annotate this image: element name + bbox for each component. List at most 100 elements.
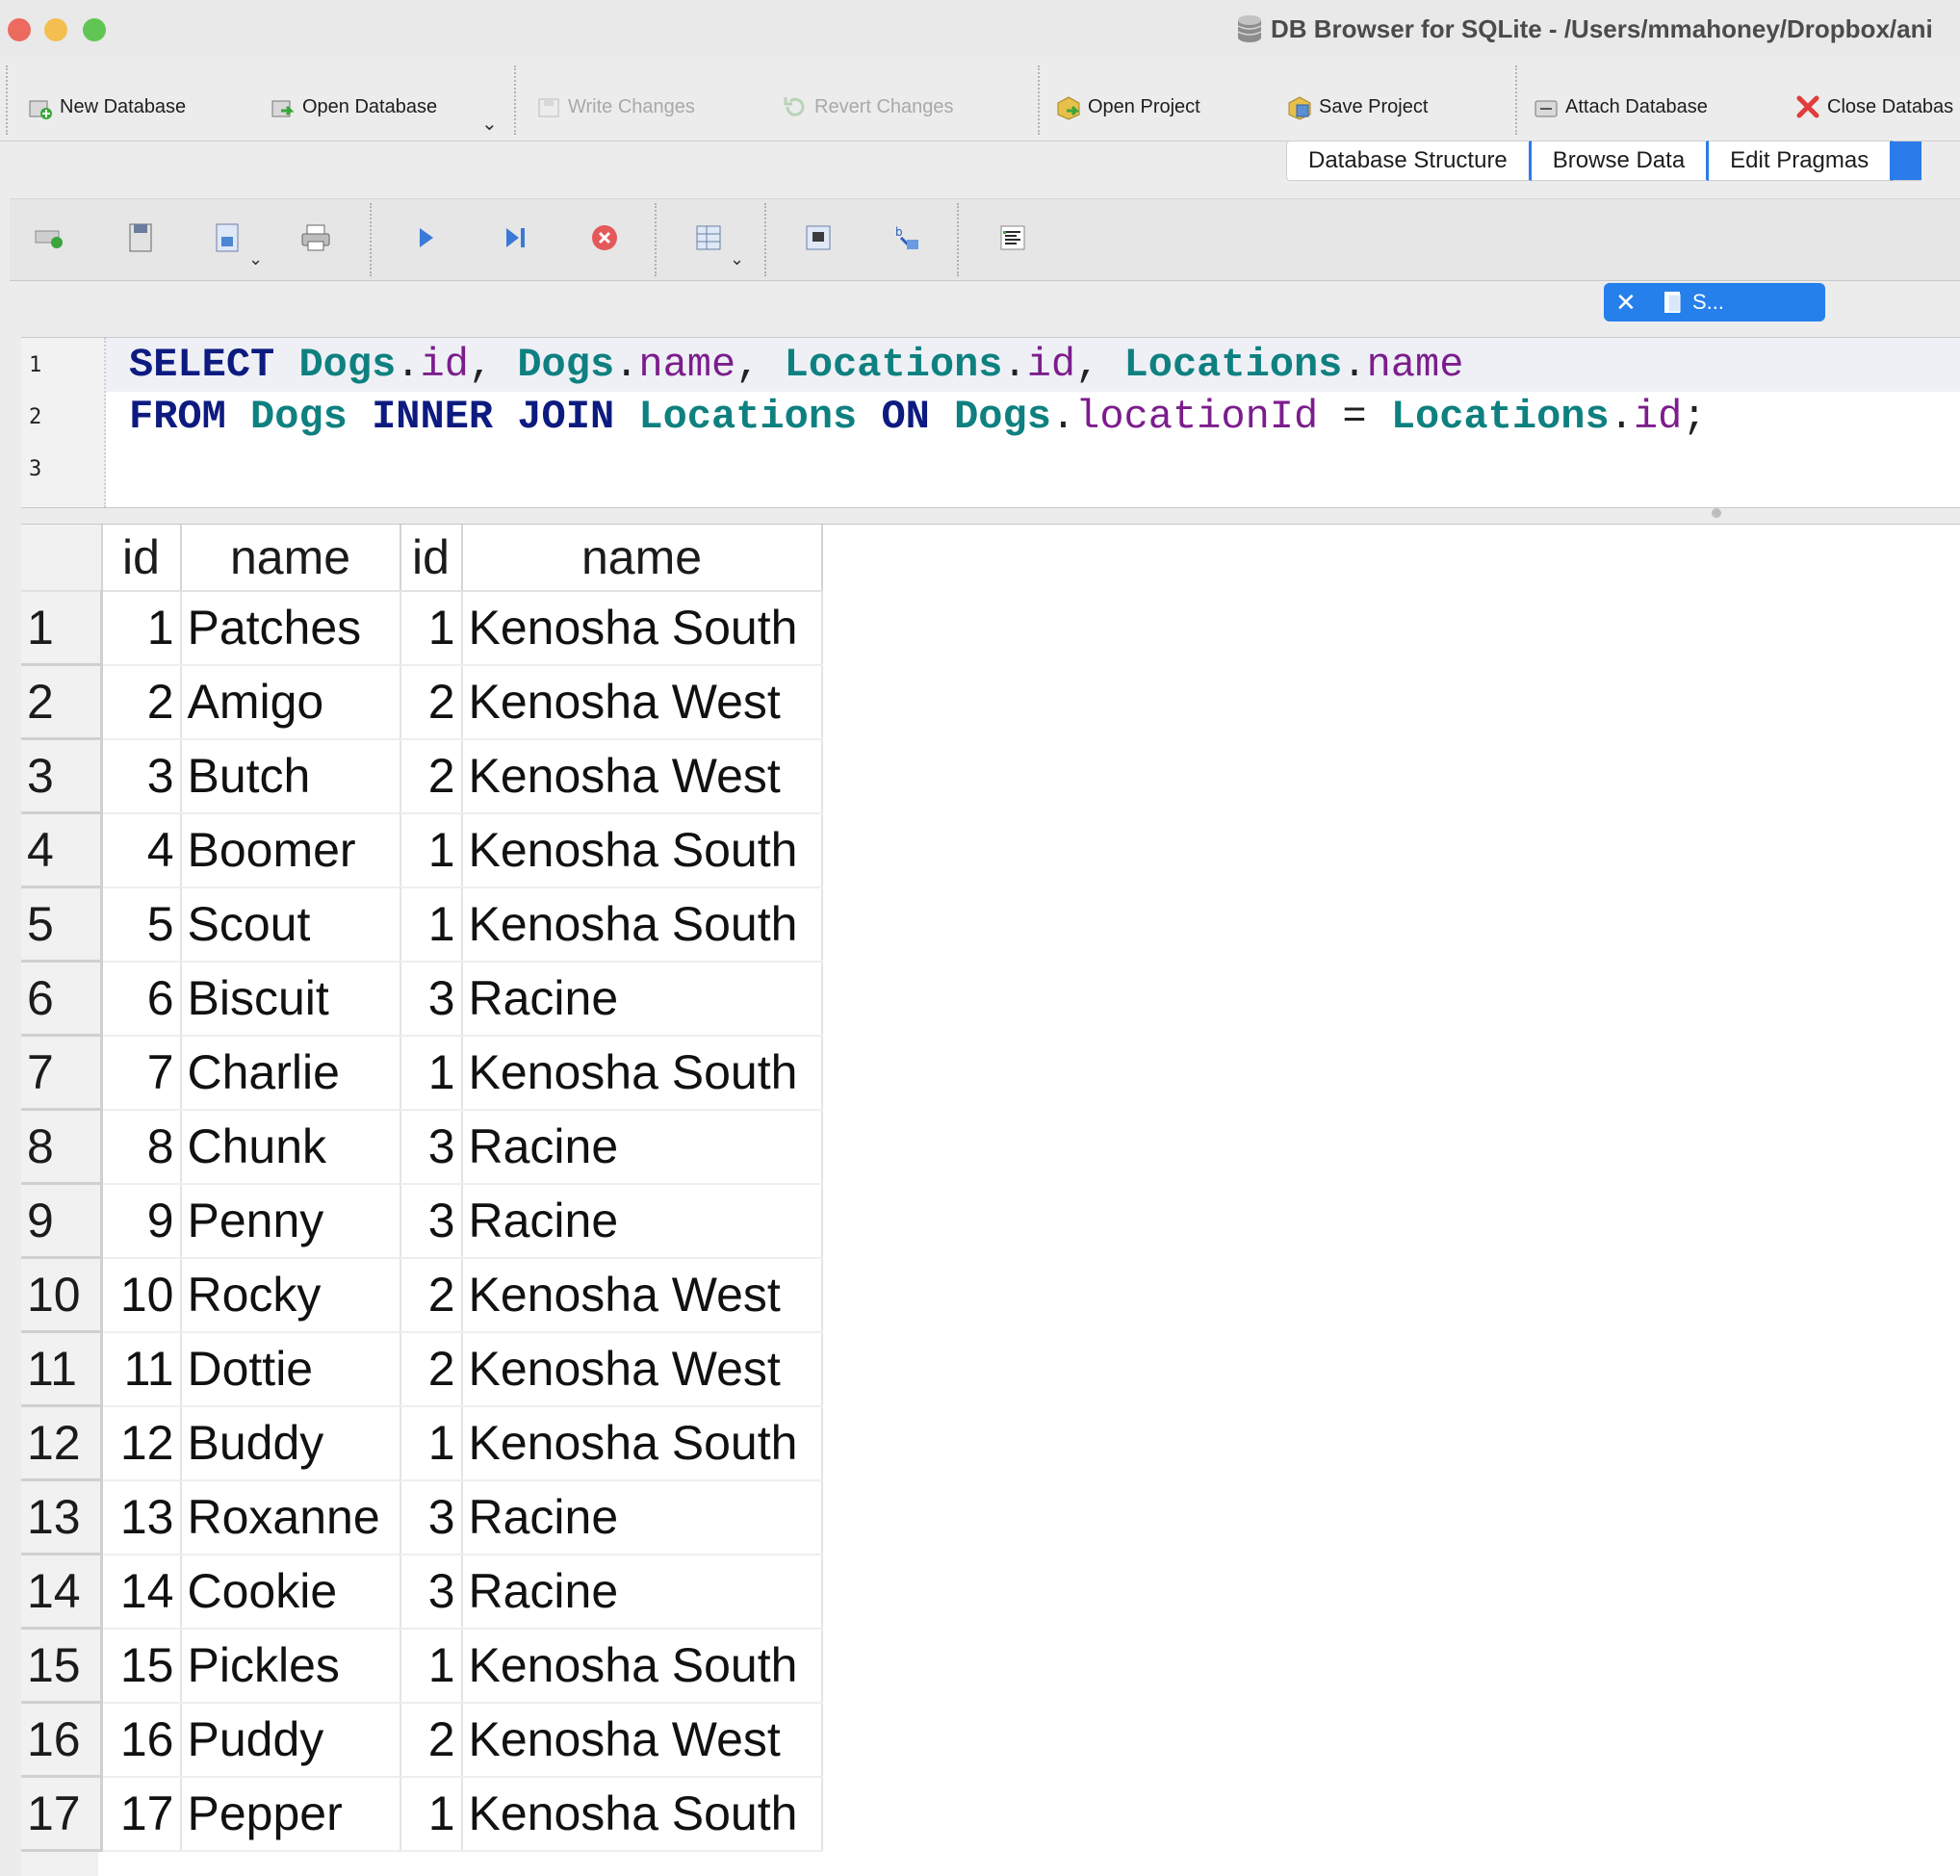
row-number[interactable]: 6 [21, 961, 103, 1037]
cell-dog-name[interactable]: Dottie [180, 1331, 401, 1407]
tab-database-structure[interactable]: Database Structure [1286, 141, 1532, 181]
table-row[interactable]: 13 13 Roxanne 3 Racine [21, 1479, 823, 1555]
cell-dog-id[interactable]: 8 [101, 1109, 182, 1185]
close-database-button[interactable]: Close Databas [1794, 83, 1953, 131]
cell-dog-name[interactable]: Penny [180, 1183, 401, 1259]
row-number[interactable]: 7 [21, 1035, 103, 1111]
tab-edit-pragmas[interactable]: Edit Pragmas [1709, 141, 1894, 181]
close-tab-icon[interactable]: ✕ [1615, 288, 1644, 318]
cell-dog-id[interactable]: 2 [101, 664, 182, 740]
open-database-button[interactable]: Open Database [270, 83, 437, 131]
cell-location-name[interactable]: Kenosha South [461, 591, 823, 666]
revert-changes-button[interactable]: Revert Changes [782, 83, 954, 131]
table-row[interactable]: 16 16 Puddy 2 Kenosha West [21, 1702, 823, 1778]
row-number[interactable]: 2 [21, 664, 103, 740]
open-project-button[interactable]: Open Project [1055, 83, 1200, 131]
cell-location-name[interactable]: Kenosha West [461, 1702, 823, 1778]
cell-location-id[interactable]: 3 [400, 1183, 463, 1259]
table-row[interactable]: 14 14 Cookie 3 Racine [21, 1554, 823, 1630]
stop-execution-icon[interactable] [587, 220, 622, 255]
column-header[interactable]: name [461, 525, 823, 592]
cell-dog-name[interactable]: Scout [180, 887, 401, 963]
row-number[interactable]: 14 [21, 1554, 103, 1630]
cell-location-name[interactable]: Kenosha South [461, 1405, 823, 1481]
table-row[interactable]: 8 8 Chunk 3 Racine [21, 1109, 823, 1185]
row-number[interactable]: 16 [21, 1702, 103, 1778]
cell-dog-name[interactable]: Roxanne [180, 1479, 401, 1555]
cell-location-name[interactable]: Kenosha West [461, 1331, 823, 1407]
row-number[interactable]: 10 [21, 1257, 103, 1333]
cell-dog-name[interactable]: Rocky [180, 1257, 401, 1333]
cell-location-id[interactable]: 1 [400, 812, 463, 888]
cell-dog-id[interactable]: 5 [101, 887, 182, 963]
cell-location-id[interactable]: 2 [400, 1257, 463, 1333]
cell-location-id[interactable]: 1 [400, 1776, 463, 1852]
find-replace-icon[interactable]: b [890, 220, 924, 255]
cell-location-name[interactable]: Kenosha South [461, 812, 823, 888]
cell-dog-name[interactable]: Pepper [180, 1776, 401, 1852]
cell-location-id[interactable]: 2 [400, 1331, 463, 1407]
save-sql-dropdown-chevron-icon[interactable]: ⌄ [248, 249, 263, 270]
cell-location-id[interactable]: 1 [400, 591, 463, 666]
results-grid[interactable]: id name id name 1 1 Patches 1 Kenosha South 2… [21, 524, 1960, 1876]
cell-dog-name[interactable]: Amigo [180, 664, 401, 740]
save-results-icon[interactable] [691, 220, 726, 255]
cell-dog-id[interactable]: 3 [101, 738, 182, 814]
cell-location-id[interactable]: 3 [400, 1109, 463, 1185]
table-row[interactable]: 3 3 Butch 2 Kenosha West [21, 738, 823, 814]
row-number[interactable]: 4 [21, 812, 103, 888]
cell-dog-name[interactable]: Butch [180, 738, 401, 814]
zoom-window-button[interactable] [83, 18, 106, 41]
cell-location-id[interactable]: 2 [400, 664, 463, 740]
cell-location-name[interactable]: Kenosha West [461, 1257, 823, 1333]
cell-location-id[interactable]: 1 [400, 1628, 463, 1704]
row-number[interactable]: 11 [21, 1331, 103, 1407]
row-number[interactable]: 13 [21, 1479, 103, 1555]
cell-dog-id[interactable]: 4 [101, 812, 182, 888]
execute-all-icon[interactable] [408, 220, 443, 255]
save-sql-file-icon[interactable] [210, 220, 245, 255]
cell-location-id[interactable]: 1 [400, 1035, 463, 1111]
cell-dog-id[interactable]: 9 [101, 1183, 182, 1259]
table-row[interactable]: 6 6 Biscuit 3 Racine [21, 961, 823, 1037]
cell-location-id[interactable]: 3 [400, 961, 463, 1037]
row-number[interactable]: 15 [21, 1628, 103, 1704]
cell-location-id[interactable]: 3 [400, 1479, 463, 1555]
find-icon[interactable] [801, 220, 836, 255]
row-number[interactable]: 3 [21, 738, 103, 814]
table-row[interactable]: 17 17 Pepper 1 Kenosha South [21, 1776, 823, 1852]
cell-dog-id[interactable]: 6 [101, 961, 182, 1037]
attach-database-button[interactable]: Attach Database [1533, 83, 1708, 131]
open-sql-file-icon[interactable] [123, 220, 158, 255]
cell-dog-id[interactable]: 12 [101, 1405, 182, 1481]
cell-dog-id[interactable]: 17 [101, 1776, 182, 1852]
sql-editor[interactable]: 1 2 3 SELECT Dogs.id, Dogs.name, Locatio… [21, 337, 1960, 508]
cell-location-name[interactable]: Kenosha West [461, 664, 823, 740]
cell-dog-id[interactable]: 15 [101, 1628, 182, 1704]
cell-location-name[interactable]: Racine [461, 961, 823, 1037]
cell-dog-name[interactable]: Pickles [180, 1628, 401, 1704]
minimize-window-button[interactable] [44, 18, 67, 41]
table-row[interactable]: 11 11 Dottie 2 Kenosha West [21, 1331, 823, 1407]
print-icon[interactable] [298, 220, 333, 255]
cell-location-name[interactable]: Kenosha West [461, 738, 823, 814]
cell-dog-name[interactable]: Biscuit [180, 961, 401, 1037]
save-project-button[interactable]: Save Project [1286, 83, 1428, 131]
cell-dog-id[interactable]: 10 [101, 1257, 182, 1333]
tab-execute-sql[interactable] [1893, 141, 1922, 181]
table-row[interactable]: 7 7 Charlie 1 Kenosha South [21, 1035, 823, 1111]
row-number[interactable]: 1 [21, 591, 103, 666]
cell-location-name[interactable]: Kenosha South [461, 887, 823, 963]
cell-location-name[interactable]: Racine [461, 1183, 823, 1259]
tab-browse-data[interactable]: Browse Data [1531, 141, 1710, 181]
close-window-button[interactable] [8, 18, 31, 41]
table-row[interactable]: 9 9 Penny 3 Racine [21, 1183, 823, 1259]
execute-current-line-icon[interactable] [499, 220, 533, 255]
cell-location-id[interactable]: 1 [400, 1405, 463, 1481]
table-row[interactable]: 4 4 Boomer 1 Kenosha South [21, 812, 823, 888]
column-header[interactable]: name [180, 525, 401, 592]
table-row[interactable]: 5 5 Scout 1 Kenosha South [21, 887, 823, 963]
cell-location-name[interactable]: Kenosha South [461, 1776, 823, 1852]
row-number[interactable]: 8 [21, 1109, 103, 1185]
cell-dog-id[interactable]: 1 [101, 591, 182, 666]
